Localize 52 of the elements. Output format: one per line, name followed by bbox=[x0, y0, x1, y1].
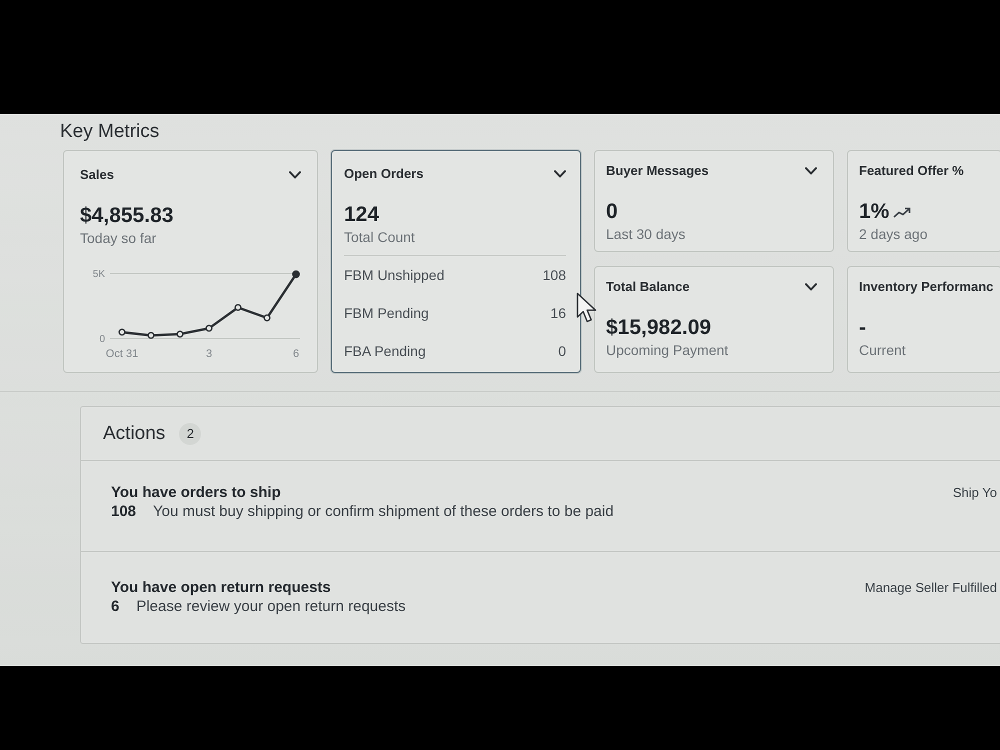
breakdown-label: FBM Unshipped bbox=[344, 267, 444, 283]
card-title: Featured Offer % bbox=[859, 162, 964, 180]
breakdown-label: FBA Pending bbox=[344, 343, 426, 359]
metric-value: 0 bbox=[606, 199, 618, 225]
action-link[interactable]: Ship Yo bbox=[952, 483, 997, 502]
count-badge: 2 bbox=[179, 422, 202, 444]
section-heading: Key Metrics bbox=[60, 121, 160, 143]
breakdown-value: 0 bbox=[558, 343, 566, 359]
data-point-icon bbox=[118, 328, 126, 336]
action-description: Please review your open return requests bbox=[136, 597, 406, 616]
action-link[interactable]: Manage Seller Fulfilled bbox=[864, 578, 997, 597]
metric-caption: Total Count bbox=[344, 228, 416, 246]
axis-tick-label: Oct 31 bbox=[106, 348, 138, 360]
mouse-pointer-icon bbox=[576, 292, 598, 324]
metric-caption: Today so far bbox=[80, 229, 158, 247]
metric-value: 1% bbox=[859, 199, 890, 225]
card-title: Sales bbox=[80, 166, 114, 184]
breakdown-label: FBM Pending bbox=[344, 305, 429, 321]
card-title: Buyer Messages bbox=[606, 162, 709, 180]
metric-value: - bbox=[859, 315, 866, 341]
chevron-down-icon[interactable] bbox=[554, 170, 566, 178]
action-description: You must buy shipping or confirm shipment of these orders to be paid bbox=[153, 502, 614, 521]
metric-caption: 2 days ago bbox=[859, 225, 928, 243]
action-title: You have orders to ship bbox=[111, 483, 282, 502]
metric-caption: Last 30 days bbox=[606, 225, 686, 243]
chevron-down-icon[interactable] bbox=[805, 283, 817, 291]
metric-caption: Upcoming Payment bbox=[606, 341, 730, 359]
data-point-icon bbox=[148, 332, 154, 339]
card-title: Open Orders bbox=[344, 165, 424, 183]
chevron-down-icon[interactable] bbox=[289, 171, 301, 179]
action-count: 108 bbox=[111, 502, 136, 521]
card-title: Total Balance bbox=[606, 278, 690, 296]
axis-tick-label: 6 bbox=[292, 348, 300, 360]
chevron-down-icon[interactable] bbox=[805, 167, 817, 175]
data-point-icon bbox=[234, 304, 242, 311]
action-title: You have open return requests bbox=[111, 578, 332, 597]
metric-value: $15,982.09 bbox=[606, 315, 712, 341]
data-point-icon bbox=[206, 324, 212, 332]
axis-tick-label: 0 bbox=[99, 334, 105, 345]
breakdown-value: 16 bbox=[550, 305, 566, 321]
axis-tick-label: 5K bbox=[92, 269, 105, 280]
metric-value: $4,855.83 bbox=[80, 203, 174, 229]
panel-title: Actions bbox=[103, 422, 166, 446]
breakdown-value: 108 bbox=[542, 267, 566, 283]
data-point-icon bbox=[292, 270, 300, 278]
axis-tick-label: 3 bbox=[206, 348, 212, 360]
card-title: Inventory Performanc bbox=[859, 278, 994, 296]
action-count: 6 bbox=[111, 597, 120, 616]
data-point-icon bbox=[176, 330, 184, 338]
metric-caption: Current bbox=[859, 341, 907, 359]
metric-value: 124 bbox=[344, 202, 380, 228]
data-point-icon bbox=[264, 314, 270, 322]
